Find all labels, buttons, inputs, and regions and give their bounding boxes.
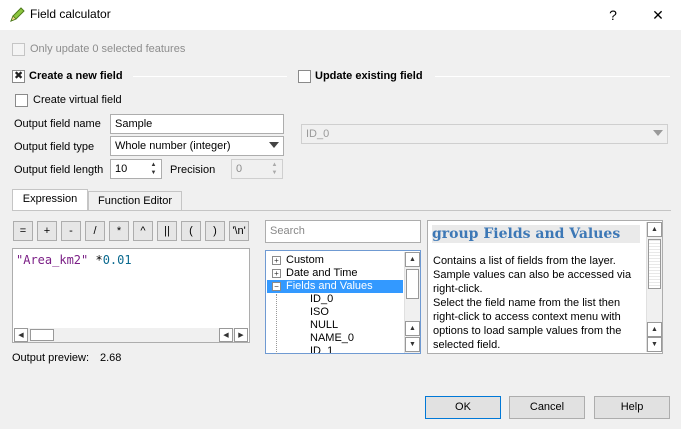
- tree-item-custom[interactable]: + Custom: [272, 254, 324, 267]
- operator-equals-button[interactable]: =: [13, 221, 33, 241]
- help-vertical-scrollbar[interactable]: ▲ ▲ ▼: [646, 222, 662, 352]
- tree-item-field[interactable]: NULL: [310, 319, 338, 332]
- minus-icon[interactable]: −: [272, 281, 281, 291]
- title-bar: Field calculator ? ✕: [0, 0, 681, 30]
- precision-spinbox[interactable]: 0 ▲ ▼: [231, 159, 283, 179]
- scroll-down-icon[interactable]: ▼: [647, 337, 662, 352]
- output-type-value: Whole number (integer): [115, 140, 231, 152]
- operator-concat-button[interactable]: ||: [157, 221, 177, 241]
- output-name-input[interactable]: Sample: [110, 114, 284, 134]
- update-existing-checkbox[interactable]: [298, 70, 311, 83]
- operator-close-paren-button[interactable]: ): [205, 221, 225, 241]
- scroll-up-icon[interactable]: ▲: [405, 252, 420, 267]
- scroll-up-icon[interactable]: ▲: [647, 322, 662, 337]
- tree-item-field[interactable]: ID_1: [310, 345, 333, 353]
- scroll-down-icon[interactable]: ▼: [405, 337, 420, 352]
- output-type-select[interactable]: Whole number (integer): [110, 136, 284, 156]
- operator-newline-button[interactable]: '\n': [229, 221, 249, 241]
- output-name-label: Output field name: [14, 118, 101, 130]
- function-search-input[interactable]: Search: [265, 220, 421, 243]
- tree-guide-line: [276, 294, 277, 354]
- context-help-button[interactable]: ?: [590, 0, 636, 30]
- output-preview-value: 2.68: [100, 352, 122, 364]
- scrollbar-thumb[interactable]: [30, 329, 54, 341]
- chevron-down-icon: [269, 142, 279, 148]
- create-new-field-checkbox[interactable]: [12, 69, 25, 83]
- operator-open-paren-button[interactable]: (: [181, 221, 201, 241]
- precision-label: Precision: [170, 164, 216, 176]
- operator-power-button[interactable]: ^: [133, 221, 153, 241]
- spin-down-icon[interactable]: ▼: [268, 169, 281, 177]
- create-virtual-checkbox[interactable]: [15, 94, 28, 107]
- help-title: group Fields and Values: [432, 225, 640, 243]
- horizontal-scrollbar[interactable]: ◀ ◀ ▶: [14, 328, 248, 342]
- plus-icon[interactable]: +: [272, 268, 281, 278]
- divider: [435, 76, 670, 77]
- output-length-spinbox[interactable]: 10 ▲ ▼: [110, 159, 162, 179]
- precision-value: 0: [236, 163, 243, 175]
- expression-editor[interactable]: "Area_km2" *0.01 ◀ ◀ ▶: [12, 248, 250, 343]
- only-update-label: Only update 0 selected features: [30, 43, 186, 55]
- tree-item-field[interactable]: ID_0: [310, 293, 333, 306]
- scroll-left-icon[interactable]: ◀: [14, 328, 28, 342]
- tree-item-date-and-time[interactable]: + Date and Time: [272, 267, 358, 280]
- ok-button[interactable]: OK: [425, 396, 501, 419]
- scrollbar-thumb[interactable]: [406, 269, 419, 299]
- tab-function-editor[interactable]: Function Editor: [88, 191, 182, 211]
- spin-down-icon[interactable]: ▼: [147, 169, 160, 177]
- help-panel: group Fields and Values Contains a list …: [427, 220, 663, 354]
- cancel-button[interactable]: Cancel: [509, 396, 585, 419]
- output-preview-label: Output preview:: [12, 352, 90, 364]
- scroll-up-icon[interactable]: ▲: [647, 222, 662, 237]
- help-body: Contains a list of fields from the layer…: [433, 255, 632, 351]
- function-tree[interactable]: + Custom + Date and Time − Fields and Value…: [265, 250, 421, 354]
- spin-up-icon[interactable]: ▲: [147, 161, 160, 169]
- tree-vertical-scrollbar[interactable]: ▲ ▲ ▼: [404, 252, 420, 353]
- spin-buttons[interactable]: ▲ ▼: [147, 161, 160, 178]
- only-update-checkbox[interactable]: [12, 43, 25, 56]
- help-button[interactable]: Help: [594, 396, 670, 419]
- create-new-field-label: Create a new field: [29, 70, 123, 82]
- tree-item-fields-and-values[interactable]: − Fields and Values: [267, 280, 403, 293]
- scroll-right-icon[interactable]: ▶: [234, 328, 248, 342]
- plus-icon[interactable]: +: [272, 255, 281, 265]
- scrollbar-thumb[interactable]: [648, 239, 661, 289]
- existing-field-value: ID_0: [306, 128, 330, 140]
- tree-item-field[interactable]: ISO: [310, 306, 329, 319]
- tab-expression[interactable]: Expression: [12, 189, 88, 211]
- create-virtual-label: Create virtual field: [33, 94, 122, 106]
- scroll-up-icon[interactable]: ▲: [405, 321, 420, 336]
- spin-buttons[interactable]: ▲ ▼: [268, 161, 281, 178]
- output-type-label: Output field type: [14, 141, 95, 153]
- operator-minus-button[interactable]: -: [61, 221, 81, 241]
- tree-item-field[interactable]: NAME_0: [310, 332, 354, 345]
- window-title: Field calculator: [30, 7, 111, 21]
- operator-plus-button[interactable]: +: [37, 221, 57, 241]
- operator-divide-button[interactable]: /: [85, 221, 105, 241]
- chevron-down-icon: [653, 130, 663, 136]
- qgis-pencil-icon: [8, 6, 26, 24]
- update-existing-label: Update existing field: [315, 70, 423, 82]
- output-length-label: Output field length: [14, 164, 104, 176]
- operator-multiply-button[interactable]: *: [109, 221, 129, 241]
- spin-up-icon[interactable]: ▲: [268, 161, 281, 169]
- existing-field-select[interactable]: ID_0: [301, 124, 668, 144]
- scroll-left-icon[interactable]: ◀: [219, 328, 233, 342]
- divider: [133, 76, 287, 77]
- close-button[interactable]: ✕: [635, 0, 681, 30]
- expression-text: "Area_km2" *0.01: [16, 253, 132, 267]
- output-length-value: 10: [115, 163, 128, 175]
- tab-divider: [12, 210, 671, 211]
